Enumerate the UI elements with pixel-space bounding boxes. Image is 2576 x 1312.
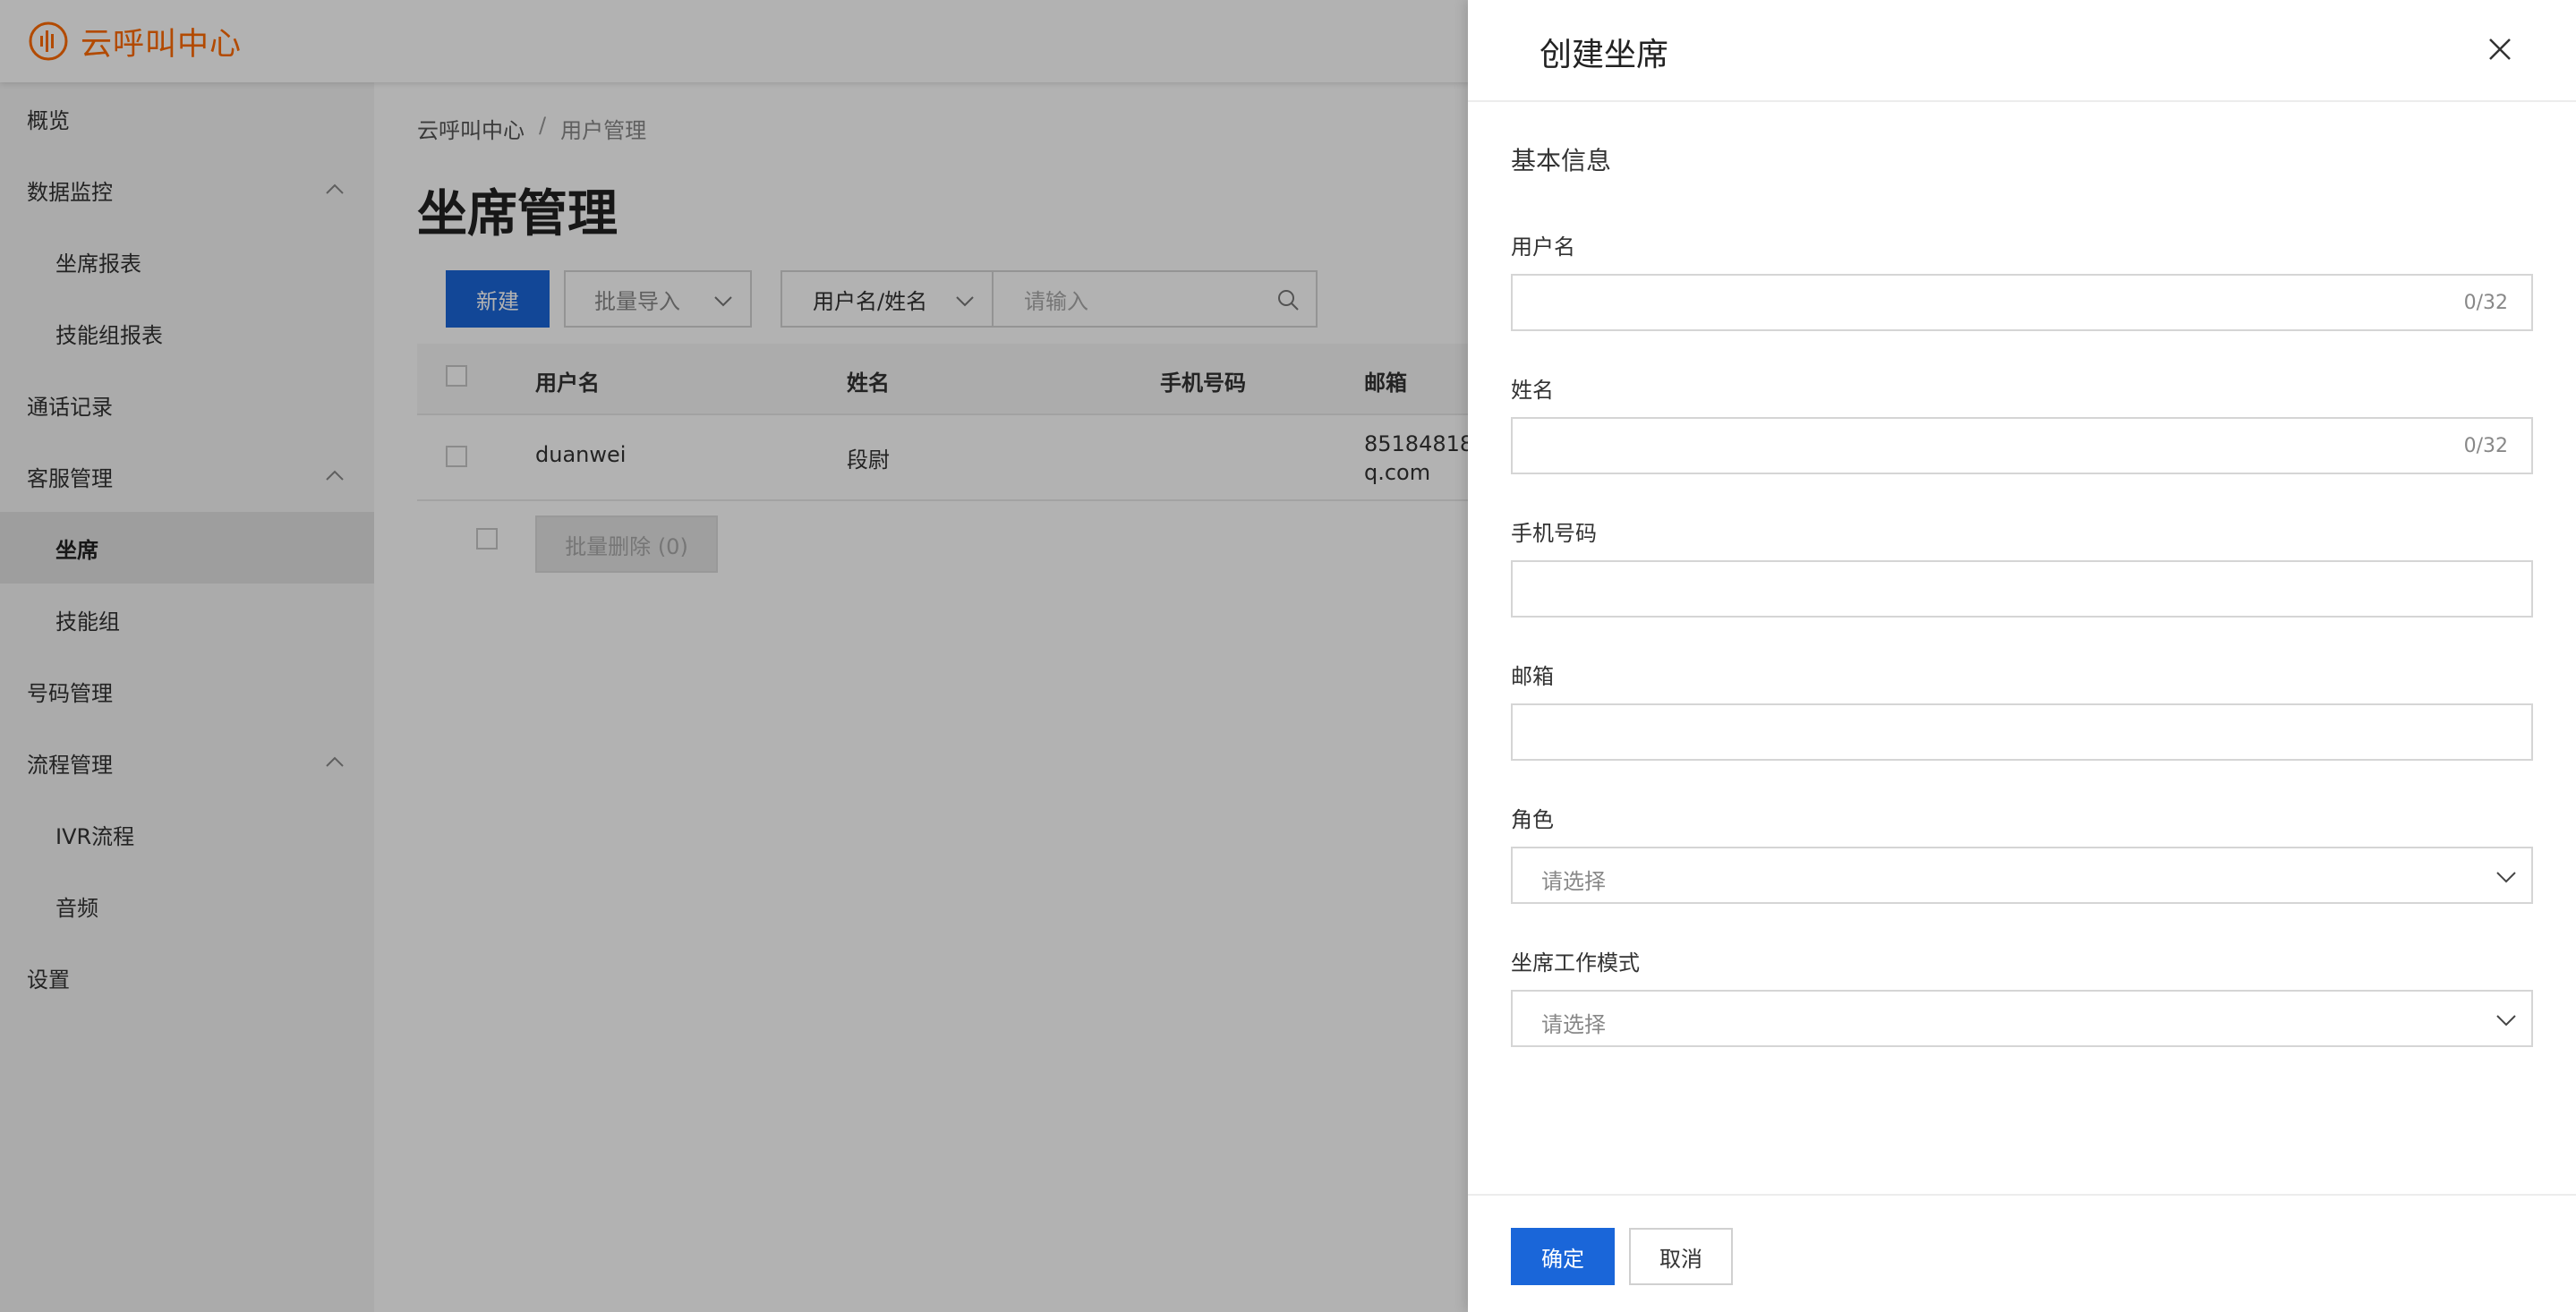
name-label: 姓名 <box>1511 378 1554 403</box>
role-select[interactable]: 请选择 <box>1511 847 2533 904</box>
name-input[interactable]: 0/32 <box>1511 417 2533 474</box>
work-mode-select[interactable]: 请选择 <box>1511 990 2533 1047</box>
chevron-down-icon <box>2496 1015 2516 1027</box>
section-title: 基本信息 <box>1511 146 1612 175</box>
email-label: 邮箱 <box>1511 664 1554 689</box>
phone-label: 手机号码 <box>1511 521 1597 546</box>
phone-input[interactable] <box>1511 560 2533 618</box>
cancel-button[interactable]: 取消 <box>1629 1228 1733 1285</box>
drawer-header: 创建坐席 <box>1468 0 2576 102</box>
confirm-button[interactable]: 确定 <box>1511 1228 1615 1285</box>
close-icon[interactable] <box>2485 34 2515 64</box>
username-input[interactable]: 0/32 <box>1511 274 2533 331</box>
work-mode-placeholder: 请选择 <box>1541 1012 1606 1037</box>
name-char-counter: 0/32 <box>2463 435 2508 457</box>
drawer-footer: 确定 取消 <box>1468 1194 2576 1312</box>
create-agent-drawer: 创建坐席 基本信息 用户名 0/32 姓名 0/32 手机号码 邮箱 角色 请选… <box>1468 0 2576 1312</box>
role-placeholder: 请选择 <box>1541 869 1606 894</box>
drawer-title: 创建坐席 <box>1540 37 1669 73</box>
role-label: 角色 <box>1511 807 1554 832</box>
email-input[interactable] <box>1511 703 2533 761</box>
username-char-counter: 0/32 <box>2463 292 2508 314</box>
chevron-down-icon <box>2496 872 2516 883</box>
work-mode-label: 坐席工作模式 <box>1511 950 1640 975</box>
username-label: 用户名 <box>1511 234 1575 260</box>
